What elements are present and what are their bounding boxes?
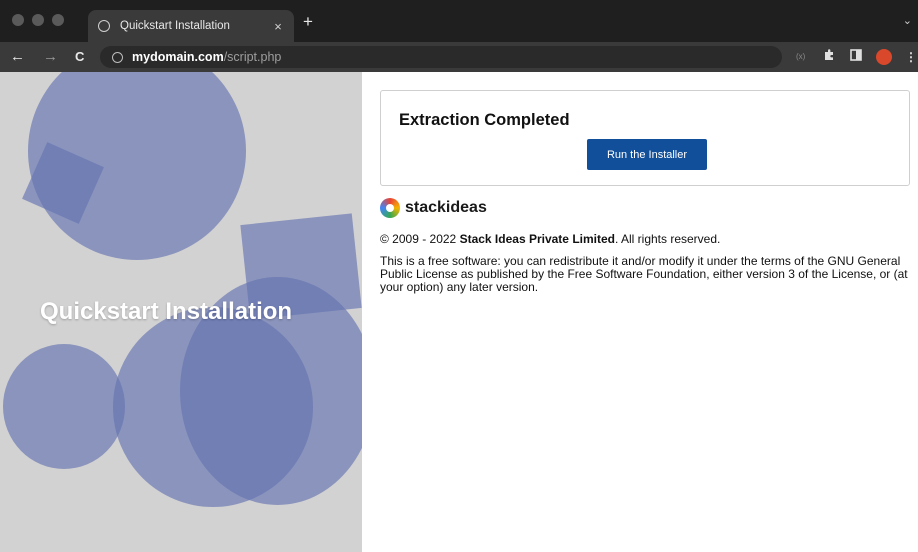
close-window-button[interactable]	[12, 14, 24, 26]
profile-avatar[interactable]	[876, 49, 892, 65]
url-host: mydomain.com	[132, 50, 224, 64]
brand-name: stackideas	[405, 199, 487, 216]
cast-icon[interactable]: (x)	[796, 49, 805, 65]
tab-close-icon[interactable]: ×	[268, 19, 288, 34]
url-path: /script.php	[223, 50, 282, 64]
extraction-card: Extraction Completed Run the Installer	[380, 90, 910, 186]
copyright-prefix: © 2009 - 2022	[380, 232, 460, 246]
browser-titlebar: Quickstart Installation × + ⌄	[0, 0, 918, 42]
url-text[interactable]: mydomain.com/script.php	[132, 50, 281, 64]
browser-tab[interactable]: Quickstart Installation ×	[88, 10, 294, 42]
address-bar[interactable]: mydomain.com/script.php	[100, 46, 782, 68]
stackideas-logo-icon	[380, 198, 400, 218]
card-title: Extraction Completed	[399, 111, 570, 129]
license-text: This is a free software: you can redistr…	[380, 254, 908, 294]
hero-shape-circle	[113, 307, 313, 507]
globe-icon	[98, 20, 110, 32]
tab-search-chevron-icon[interactable]: ⌄	[903, 14, 912, 27]
site-info-icon[interactable]	[112, 51, 123, 63]
run-installer-button[interactable]: Run the Installer	[587, 139, 707, 170]
hero-panel: Quickstart Installation	[0, 72, 362, 552]
reload-button[interactable]: C	[75, 47, 84, 67]
hero-shape-circle	[3, 344, 125, 469]
copyright-suffix: . All rights reserved.	[614, 232, 721, 246]
hero-title: Quickstart Installation	[40, 298, 293, 325]
back-button[interactable]: ←	[10, 47, 25, 67]
copyright-text: © 2009 - 2022 Stack Ideas Private Limite…	[380, 232, 720, 246]
window-controls	[12, 14, 64, 26]
stackideas-logo[interactable]: stackideas	[380, 198, 487, 218]
company-name: Stack Ideas Private Limited	[459, 232, 615, 246]
browser-toolbar: ← → C mydomain.com/script.php (x) ⋮	[0, 42, 918, 72]
new-tab-button[interactable]: +	[303, 13, 313, 31]
menu-icon[interactable]: ⋮	[905, 49, 917, 65]
zoom-window-button[interactable]	[52, 14, 64, 26]
page-content: Quickstart Installation Extraction Compl…	[0, 72, 918, 552]
extensions-icon[interactable]	[823, 49, 835, 65]
minimize-window-button[interactable]	[32, 14, 44, 26]
forward-button[interactable]: →	[43, 47, 58, 67]
tab-title: Quickstart Installation	[120, 20, 230, 32]
sidepanel-icon[interactable]	[850, 49, 862, 65]
